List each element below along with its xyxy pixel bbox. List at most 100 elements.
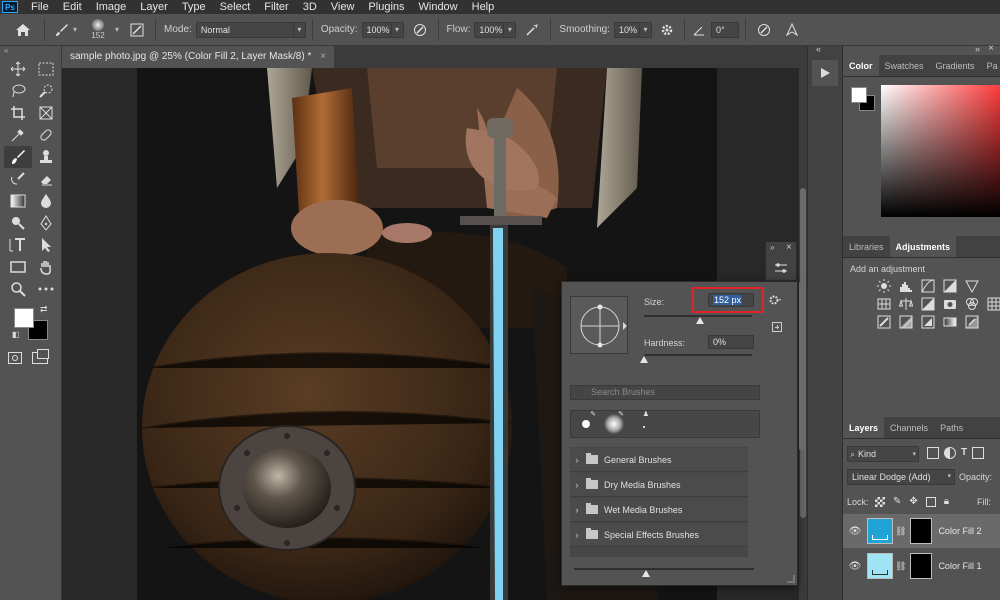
lock-transparent-icon[interactable] xyxy=(875,496,885,507)
filter-type-icon[interactable]: T xyxy=(961,447,967,459)
tab-libraries[interactable]: Libraries xyxy=(843,236,890,257)
home-icon[interactable] xyxy=(8,19,38,41)
brush-tip-preview[interactable] xyxy=(570,296,628,354)
chevron-right-icon[interactable]: › xyxy=(570,505,584,515)
chevron-down-icon[interactable]: ▾ xyxy=(293,21,306,38)
lock-all-icon[interactable]: 🔒︎ xyxy=(944,496,949,507)
double-chevron-icon[interactable]: » xyxy=(770,243,774,252)
chevron-down-icon[interactable]: ▾ xyxy=(640,21,653,38)
more-tools-icon[interactable] xyxy=(32,278,60,300)
airbrush-icon[interactable] xyxy=(520,19,544,41)
folder-general-brushes[interactable]: › General Brushes xyxy=(570,448,748,472)
color-balance-icon[interactable] xyxy=(899,297,913,311)
link-icon[interactable]: ⛓︎ xyxy=(895,561,906,572)
pressure-size-icon[interactable] xyxy=(752,19,776,41)
frame-tool-icon[interactable] xyxy=(32,102,60,124)
layer-row-color-fill-1[interactable]: 👁︎ ⛓︎ Color Fill 1 xyxy=(843,549,1000,583)
pressure-opacity-icon[interactable] xyxy=(408,19,432,41)
size-slider-thumb[interactable] xyxy=(696,317,705,324)
curves-icon[interactable] xyxy=(921,279,935,293)
menu-type[interactable]: Type xyxy=(175,0,213,14)
healing-brush-tool-icon[interactable] xyxy=(32,124,60,146)
vibrance-icon[interactable] xyxy=(965,279,979,293)
lasso-tool-icon[interactable] xyxy=(4,80,32,102)
double-chevron-icon[interactable]: « xyxy=(816,44,821,54)
sliders-icon[interactable] xyxy=(774,262,788,277)
chevron-down-icon[interactable]: ▾ xyxy=(391,21,404,38)
swap-colors-icon[interactable]: ⇄ xyxy=(40,304,48,315)
close-icon[interactable]: × xyxy=(786,242,792,253)
menu-plugins[interactable]: Plugins xyxy=(361,0,411,14)
layer-mask-thumbnail[interactable] xyxy=(910,518,933,544)
black-white-icon[interactable] xyxy=(921,297,935,311)
invert-icon[interactable] xyxy=(877,315,891,329)
pen-tool-icon[interactable] xyxy=(32,212,60,234)
default-colors-icon[interactable]: ◧ xyxy=(12,330,20,339)
clone-stamp-tool-icon[interactable] xyxy=(32,146,60,168)
foreground-color-swatch[interactable] xyxy=(14,308,34,328)
crop-tool-icon[interactable] xyxy=(4,102,32,124)
angle-field[interactable]: 0° xyxy=(711,21,740,38)
folder-dry-media-brushes[interactable]: › Dry Media Brushes xyxy=(570,473,748,497)
brightness-contrast-icon[interactable] xyxy=(877,279,891,293)
tab-paths[interactable]: Paths xyxy=(934,417,969,438)
chevron-down-icon[interactable]: ▾ xyxy=(504,21,517,38)
tab-channels[interactable]: Channels xyxy=(884,417,934,438)
channel-mixer-icon[interactable] xyxy=(965,297,979,311)
screen-mode-icon[interactable] xyxy=(32,349,49,364)
menu-help[interactable]: Help xyxy=(465,0,502,14)
menu-filter[interactable]: Filter xyxy=(257,0,295,14)
tab-swatches[interactable]: Swatches xyxy=(879,55,930,76)
double-chevron-icon[interactable]: » xyxy=(975,44,980,54)
color-field-picker[interactable] xyxy=(881,85,1000,217)
marquee-tool-icon[interactable] xyxy=(32,58,60,80)
hardness-slider-track[interactable] xyxy=(644,354,752,356)
double-chevron-icon[interactable]: « xyxy=(0,46,61,58)
zoom-tool-icon[interactable] xyxy=(4,278,32,300)
menu-image[interactable]: Image xyxy=(89,0,134,14)
dodge-tool-icon[interactable] xyxy=(4,212,32,234)
preview-size-slider-track[interactable] xyxy=(574,568,754,570)
folder-wet-media-brushes[interactable]: › Wet Media Brushes xyxy=(570,498,748,522)
filter-shape-icon[interactable] xyxy=(972,447,985,459)
lock-position-icon[interactable]: ✥ xyxy=(909,496,917,507)
popup-scrollbar[interactable] xyxy=(799,281,805,451)
filter-pixel-icon[interactable] xyxy=(927,447,939,459)
search-brushes-input[interactable]: Search Brushes xyxy=(570,385,760,400)
close-icon[interactable]: × xyxy=(320,51,326,62)
hardness-slider-thumb[interactable] xyxy=(640,356,648,363)
gear-icon[interactable] xyxy=(768,294,782,309)
document-tab[interactable]: sample photo.jpg @ 25% (Color Fill 2, La… xyxy=(62,46,334,68)
rectangle-tool-icon[interactable] xyxy=(4,256,32,278)
color-lookup-icon[interactable] xyxy=(987,297,1000,311)
levels-icon[interactable] xyxy=(899,279,913,293)
folder-special-effects-brushes[interactable]: › Special Effects Brushes xyxy=(570,523,748,547)
eyedropper-tool-icon[interactable] xyxy=(4,124,32,146)
chevron-down-icon[interactable]: ▾ xyxy=(115,25,119,34)
small-brush-icon[interactable]: ♟ xyxy=(631,411,657,437)
play-action-icon[interactable] xyxy=(812,60,838,86)
brush-tool-preset-icon[interactable] xyxy=(51,19,73,41)
chevron-down-icon[interactable]: ▾ xyxy=(73,25,77,34)
brush-tool-icon[interactable] xyxy=(4,146,32,168)
menu-file[interactable]: File xyxy=(24,0,56,14)
layer-filter-kind-select[interactable]: ⌕ Kind ▾ xyxy=(847,446,919,462)
tab-patterns[interactable]: Pa xyxy=(981,55,1000,76)
menu-edit[interactable]: Edit xyxy=(56,0,89,14)
layer-mask-thumbnail[interactable] xyxy=(910,553,933,579)
mode-select[interactable]: Normal xyxy=(195,21,294,38)
gear-icon[interactable] xyxy=(656,19,678,41)
quick-selection-tool-icon[interactable] xyxy=(32,80,60,102)
quick-mask-icon[interactable] xyxy=(8,352,22,364)
eraser-tool-icon[interactable] xyxy=(32,168,60,190)
type-tool-icon[interactable] xyxy=(4,234,32,256)
menu-layer[interactable]: Layer xyxy=(133,0,175,14)
chevron-right-icon[interactable]: › xyxy=(570,455,584,465)
smoothing-field[interactable]: 10% xyxy=(614,21,641,38)
layer-row-color-fill-2[interactable]: 👁︎ ⛓︎ Color Fill 2 xyxy=(843,514,1000,548)
hard-round-brush-icon[interactable]: ✎ xyxy=(573,411,599,437)
resize-handle-icon[interactable] xyxy=(787,575,795,583)
menu-view[interactable]: View xyxy=(324,0,362,14)
blend-mode-select[interactable]: Linear Dodge (Add) ▾ xyxy=(847,469,955,485)
gradient-tool-icon[interactable] xyxy=(4,190,32,212)
